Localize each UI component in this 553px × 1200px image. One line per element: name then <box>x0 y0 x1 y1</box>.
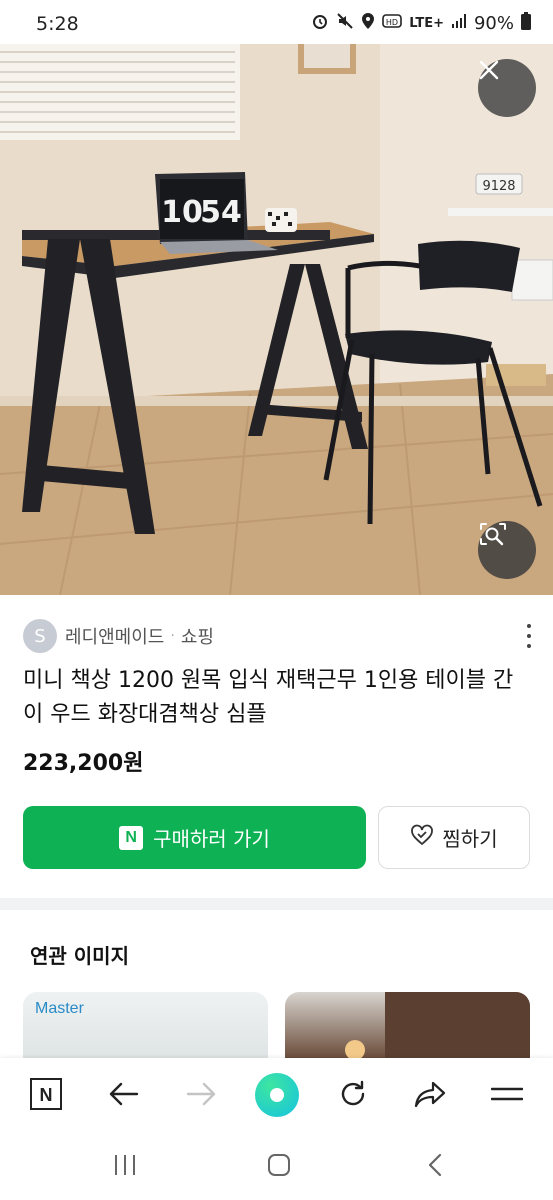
forward-arrow-icon <box>186 1082 216 1110</box>
section-divider <box>0 898 553 910</box>
menu-button[interactable] <box>487 1076 527 1116</box>
location-icon <box>361 12 375 34</box>
battery-icon <box>521 12 531 34</box>
lte-icon: LTE+ <box>409 15 444 31</box>
menu-icon <box>490 1083 524 1109</box>
status-bar: 5:28 HD LTE+ 90% <box>0 0 553 44</box>
heart-check-icon <box>410 824 442 851</box>
related-image-1[interactable]: Master <box>23 992 268 1058</box>
svg-text:9128: 9128 <box>482 179 515 194</box>
close-button[interactable] <box>478 59 536 117</box>
image-search-button[interactable] <box>478 521 536 579</box>
android-nav-bar <box>0 1132 553 1200</box>
desk-photo: 9128 10 54 <box>0 44 553 595</box>
seller-separator: · <box>170 628 175 644</box>
recents-icon <box>113 1154 137 1180</box>
wish-button[interactable]: 찜하기 <box>378 806 530 869</box>
related-image-2[interactable] <box>285 992 530 1058</box>
seller-name[interactable]: 레디앤메이드 <box>65 623 164 649</box>
nav-back-button[interactable] <box>420 1152 450 1182</box>
seller-avatar[interactable]: S <box>23 619 57 653</box>
back-icon <box>427 1153 443 1181</box>
svg-text:HD: HD <box>386 18 398 27</box>
reload-button[interactable] <box>333 1076 373 1116</box>
hd-icon: HD <box>382 13 403 33</box>
signal-icon <box>451 13 467 33</box>
product-title[interactable]: 미니 책상 1200 원목 입식 재택근무 1인용 테이블 간이 우드 화장대겸… <box>23 664 533 732</box>
home-dot-icon[interactable] <box>255 1073 299 1117</box>
naver-pay-icon: N <box>119 825 144 850</box>
recents-button[interactable] <box>110 1152 140 1182</box>
buy-button-label: 구매하러 가기 <box>153 827 270 851</box>
related-image-1-label: Master <box>35 1000 84 1017</box>
naver-n-icon: N <box>30 1078 62 1114</box>
product-price: 223,200원 <box>23 751 144 776</box>
reload-icon <box>338 1079 368 1113</box>
share-button[interactable] <box>410 1076 450 1116</box>
mute-icon <box>336 12 354 34</box>
naver-n-button[interactable]: N <box>26 1076 66 1116</box>
status-time: 5:28 <box>36 13 79 35</box>
seller-row[interactable]: S 레디앤메이드 · 쇼핑 <box>23 618 533 654</box>
share-icon <box>414 1080 446 1112</box>
status-icons: HD LTE+ 90% <box>311 12 531 34</box>
wish-button-label: 찜하기 <box>442 827 498 851</box>
more-options-icon[interactable] <box>525 624 533 648</box>
svg-text:54: 54 <box>200 195 242 230</box>
browser-toolbar: N <box>0 1058 553 1132</box>
forward-button[interactable] <box>181 1076 221 1116</box>
back-arrow-icon <box>109 1082 139 1110</box>
buy-button[interactable]: N 구매하러 가기 <box>23 806 366 869</box>
home-button[interactable] <box>264 1152 294 1182</box>
seller-category: 쇼핑 <box>180 627 214 648</box>
product-hero-image[interactable]: 9128 10 54 <box>0 44 553 595</box>
battery-percent: 90% <box>473 12 514 34</box>
alarm-icon <box>311 12 329 34</box>
svg-text:10: 10 <box>161 195 203 230</box>
back-button[interactable] <box>104 1076 144 1116</box>
related-images-title: 연관 이미지 <box>30 944 129 968</box>
home-icon <box>267 1153 291 1181</box>
svg-text:N: N <box>40 1085 53 1105</box>
